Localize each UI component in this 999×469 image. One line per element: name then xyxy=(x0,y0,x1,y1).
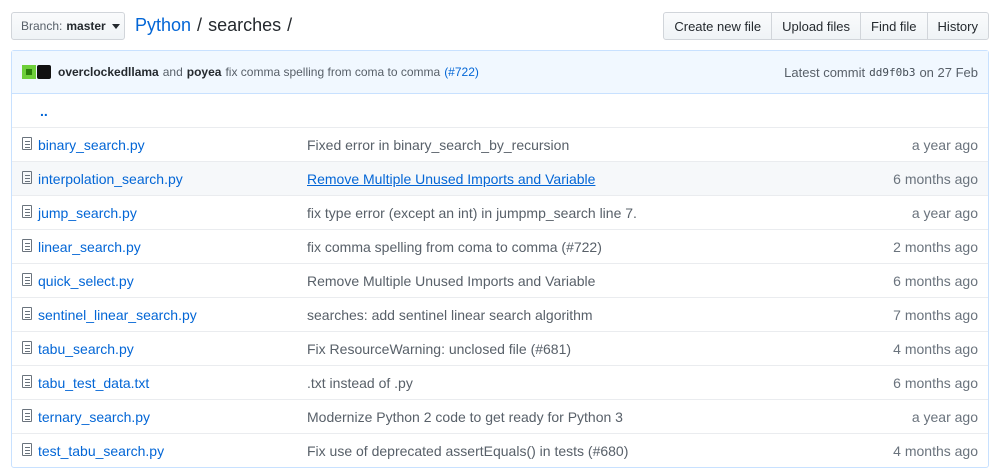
commit-author-conjunction: and xyxy=(162,65,183,79)
table-row: sentinel_linear_search.py searches: add … xyxy=(12,297,988,331)
commit-age: a year ago xyxy=(911,136,978,153)
commit-age: 4 months ago xyxy=(893,442,978,459)
commit-age: 2 months ago xyxy=(893,238,978,255)
table-row: tabu_test_data.txt .txt instead of .py 6… xyxy=(12,365,988,399)
commit-message-link[interactable]: .txt instead of .py xyxy=(307,375,413,391)
upload-files-button[interactable]: Upload files xyxy=(771,12,862,40)
file-name-link[interactable]: sentinel_linear_search.py xyxy=(38,307,197,323)
file-navigation: Branch: master Python / searches / Creat… xyxy=(11,12,989,40)
branch-name: master xyxy=(66,19,106,33)
branch-selector-button[interactable]: Branch: master xyxy=(11,12,125,40)
find-file-button[interactable]: Find file xyxy=(860,12,928,40)
table-row: jump_search.py fix type error (except an… xyxy=(12,195,988,229)
file-icon xyxy=(22,341,32,354)
commit-age: a year ago xyxy=(911,204,978,221)
breadcrumb-separator: / xyxy=(197,15,203,35)
file-name-link[interactable]: test_tabu_search.py xyxy=(38,443,164,459)
commit-pr-link[interactable]: (#722) xyxy=(444,65,479,79)
commit-age: 6 months ago xyxy=(893,374,978,391)
breadcrumb-current-folder: searches xyxy=(208,15,282,35)
parent-directory-link[interactable]: .. xyxy=(40,103,48,119)
table-row: interpolation_search.py Remove Multiple … xyxy=(12,161,988,195)
table-row: tabu_search.py Fix ResourceWarning: uncl… xyxy=(12,331,988,365)
commit-age: a year ago xyxy=(911,408,978,425)
file-list-container: overclockedllama and poyea fix comma spe… xyxy=(11,50,989,468)
file-icon xyxy=(22,171,32,184)
table-row: ternary_search.py Modernize Python 2 cod… xyxy=(12,399,988,433)
breadcrumb: Python / searches / xyxy=(135,15,298,36)
file-actions: Create new file Upload files Find file H… xyxy=(663,12,989,40)
latest-commit-info: Latest commit dd9f0b3 on 27 Feb xyxy=(784,51,978,93)
file-icon xyxy=(22,375,32,388)
history-button[interactable]: History xyxy=(926,12,989,40)
file-name-link[interactable]: quick_select.py xyxy=(38,273,134,289)
latest-commit-bar: overclockedllama and poyea fix comma spe… xyxy=(12,51,988,94)
branch-label: Branch: xyxy=(21,19,63,33)
commit-age: 6 months ago xyxy=(893,170,978,187)
commit-message-link[interactable]: Remove Multiple Unused Imports and Varia… xyxy=(307,273,595,289)
file-icon xyxy=(22,239,32,252)
commit-message-link[interactable]: fix type error (except an int) in jumpmp… xyxy=(307,205,637,221)
commit-date: on 27 Feb xyxy=(919,64,978,80)
avatar[interactable] xyxy=(22,65,36,79)
commit-author-link[interactable]: overclockedllama xyxy=(58,65,159,79)
table-row: quick_select.py Remove Multiple Unused I… xyxy=(12,263,988,297)
file-name-link[interactable]: tabu_search.py xyxy=(38,341,134,357)
file-name-link[interactable]: interpolation_search.py xyxy=(38,171,183,187)
commit-age: 4 months ago xyxy=(893,340,978,357)
parent-directory-row[interactable]: .. xyxy=(12,94,988,127)
commit-message-link[interactable]: Fixed error in binary_search_by_recursio… xyxy=(307,137,569,153)
avatar[interactable] xyxy=(37,65,51,79)
file-icon xyxy=(22,273,32,286)
commit-age: 6 months ago xyxy=(893,272,978,289)
commit-message-link[interactable]: Modernize Python 2 code to get ready for… xyxy=(307,409,623,425)
commit-message-link[interactable]: Remove Multiple Unused Imports and Varia… xyxy=(307,171,595,187)
latest-commit-prefix: Latest commit xyxy=(784,64,866,80)
file-name-link[interactable]: binary_search.py xyxy=(38,137,145,153)
commit-age: 7 months ago xyxy=(893,306,978,323)
file-icon xyxy=(22,307,32,320)
commit-sha-link[interactable]: dd9f0b3 xyxy=(869,66,915,79)
file-name-link[interactable]: linear_search.py xyxy=(38,239,141,255)
commit-message-link[interactable]: fix comma spelling from coma to comma xyxy=(225,65,440,79)
commit-message-link[interactable]: searches: add sentinel linear search alg… xyxy=(307,307,593,323)
breadcrumb-repo-link[interactable]: Python xyxy=(135,15,191,36)
table-row: linear_search.py fix comma spelling from… xyxy=(12,229,988,263)
table-row: test_tabu_search.py Fix use of deprecate… xyxy=(12,433,988,467)
create-new-file-button[interactable]: Create new file xyxy=(663,12,773,40)
file-icon xyxy=(22,409,32,422)
file-name-link[interactable]: ternary_search.py xyxy=(38,409,150,425)
file-icon xyxy=(22,443,32,456)
table-row: binary_search.py Fixed error in binary_s… xyxy=(12,127,988,161)
file-name-link[interactable]: jump_search.py xyxy=(38,205,137,221)
breadcrumb-separator: / xyxy=(287,15,293,35)
file-icon xyxy=(22,137,32,150)
file-name-link[interactable]: tabu_test_data.txt xyxy=(38,375,149,391)
commit-message-link[interactable]: Fix ResourceWarning: unclosed file (#681… xyxy=(307,341,571,357)
commit-message-link[interactable]: Fix use of deprecated assertEquals() in … xyxy=(307,443,628,459)
commit-message-link[interactable]: fix comma spelling from coma to comma (#… xyxy=(307,239,602,255)
file-icon xyxy=(22,205,32,218)
commit-coauthor-link[interactable]: poyea xyxy=(187,65,222,79)
chevron-down-icon xyxy=(111,23,120,29)
